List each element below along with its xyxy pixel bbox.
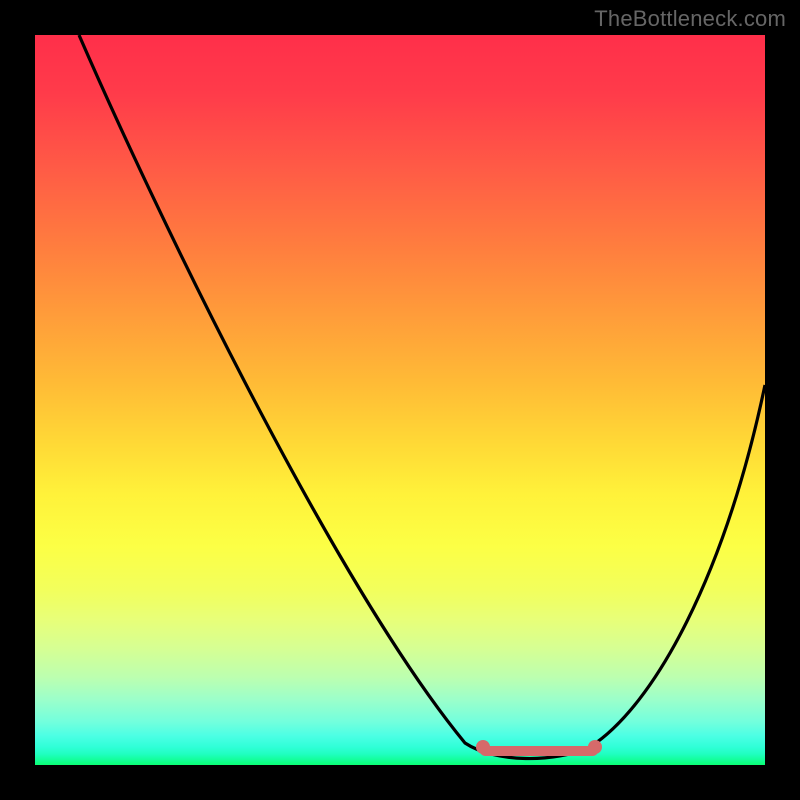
sweet-spot-dot-right [588,740,602,754]
bottleneck-curve-svg [35,35,765,765]
sweet-spot-dot-left [476,740,490,754]
bottleneck-gradient-plot [35,35,765,765]
watermark-text: TheBottleneck.com [594,6,786,32]
bottleneck-curve-path [79,35,765,759]
